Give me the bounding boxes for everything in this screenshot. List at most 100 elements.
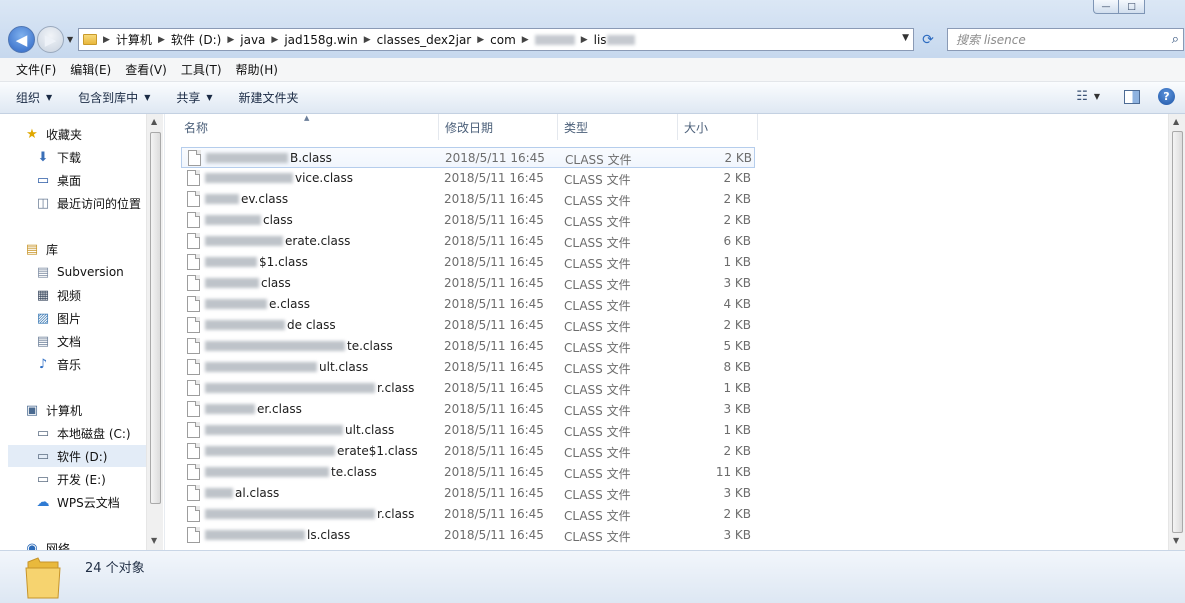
nav-libraries[interactable]: ▤ 库 bbox=[24, 238, 164, 260]
breadcrumb-separator[interactable]: ▶ bbox=[522, 35, 529, 45]
file-name-text: te.class bbox=[331, 465, 377, 479]
file-size: 11 KB bbox=[715, 465, 751, 479]
nav-network[interactable]: ◉ 网络 bbox=[24, 537, 164, 551]
scroll-down-icon[interactable]: ▼ bbox=[1173, 536, 1179, 545]
column-name[interactable]: 名称 bbox=[178, 114, 439, 140]
menu-file[interactable]: 文件(F) bbox=[9, 61, 63, 78]
breadcrumb-separator[interactable]: ▶ bbox=[364, 35, 371, 45]
search-icon[interactable]: ⌕ bbox=[1172, 32, 1179, 47]
file-row[interactable]: erate.class 2018/5/11 16:45 CLASS 文件 6 KB bbox=[181, 231, 755, 252]
nav-item-desktop[interactable]: ▭ 桌面 bbox=[35, 169, 164, 191]
file-date-modified: 2018/5/11 16:45 bbox=[444, 276, 544, 290]
column-date-modified[interactable]: 修改日期 bbox=[439, 114, 558, 140]
nav-item-music[interactable]: ♪ 音乐 bbox=[35, 353, 164, 375]
file-name-text: erate$1.class bbox=[337, 444, 418, 458]
column-size[interactable]: 大小 bbox=[678, 114, 758, 140]
breadcrumb-com[interactable]: com bbox=[490, 33, 516, 47]
maximize-button[interactable]: □ bbox=[1119, 0, 1145, 14]
breadcrumb-jad[interactable]: jad158g.win bbox=[284, 33, 357, 47]
nav-item-recent-places[interactable]: ◫ 最近访问的位置 bbox=[35, 192, 164, 214]
nav-item-drive-c[interactable]: ▭ 本地磁盘 (C:) bbox=[35, 422, 164, 444]
file-row[interactable]: er.class 2018/5/11 16:45 CLASS 文件 3 KB bbox=[181, 399, 755, 420]
nav-item-drive-d[interactable]: ▭ 软件 (D:) bbox=[8, 445, 146, 467]
scroll-up-icon[interactable]: ▲ bbox=[1173, 117, 1179, 126]
file-row[interactable]: de class 2018/5/11 16:45 CLASS 文件 2 KB bbox=[181, 315, 755, 336]
nav-item-subversion[interactable]: ▤ Subversion bbox=[35, 261, 164, 283]
file-list-scrollbar[interactable]: ▲ ▼ bbox=[1168, 114, 1185, 550]
file-list-scroll-thumb[interactable] bbox=[1172, 131, 1183, 533]
menu-edit[interactable]: 编辑(E) bbox=[63, 61, 118, 78]
file-date-modified: 2018/5/11 16:45 bbox=[444, 423, 544, 437]
nav-scrollbar[interactable]: ▲ ▼ bbox=[146, 114, 163, 550]
file-row[interactable]: al.class 2018/5/11 16:45 CLASS 文件 3 KB bbox=[181, 483, 755, 504]
breadcrumb-java[interactable]: java bbox=[240, 33, 265, 47]
file-row[interactable]: vice.class 2018/5/11 16:45 CLASS 文件 2 KB bbox=[181, 168, 755, 189]
address-bar[interactable]: ▶ 计算机 ▶ 软件 (D:) ▶ java ▶ jad158g.win ▶ c… bbox=[78, 28, 914, 51]
column-type[interactable]: 类型 bbox=[558, 114, 678, 140]
file-row[interactable]: $1.class 2018/5/11 16:45 CLASS 文件 1 KB bbox=[181, 252, 755, 273]
new-folder-button[interactable]: 新建文件夹 bbox=[239, 89, 299, 106]
nav-item-pictures[interactable]: ▨ 图片 bbox=[35, 307, 164, 329]
file-row[interactable]: te.class 2018/5/11 16:45 CLASS 文件 5 KB bbox=[181, 336, 755, 357]
breadcrumb-current[interactable]: lis bbox=[594, 33, 607, 47]
file-name: r.class bbox=[205, 507, 414, 521]
computer-icon: ▣ bbox=[25, 402, 39, 418]
file-row[interactable]: erate$1.class 2018/5/11 16:45 CLASS 文件 2 KB bbox=[181, 441, 755, 462]
scroll-up-icon[interactable]: ▲ bbox=[151, 117, 157, 126]
nav-item-documents[interactable]: ▤ 文档 bbox=[35, 330, 164, 352]
refresh-button[interactable]: ⟳ bbox=[918, 30, 938, 49]
change-view-icon[interactable]: ☷ bbox=[1076, 89, 1088, 104]
file-date-modified: 2018/5/11 16:45 bbox=[444, 234, 544, 248]
search-box[interactable]: ⌕ bbox=[947, 28, 1184, 51]
file-row[interactable]: r.class 2018/5/11 16:45 CLASS 文件 2 KB bbox=[181, 504, 755, 525]
file-date-modified: 2018/5/11 16:45 bbox=[444, 213, 544, 227]
file-row[interactable]: class 2018/5/11 16:45 CLASS 文件 2 KB bbox=[181, 210, 755, 231]
file-row[interactable]: B.class 2018/5/11 16:45 CLASS 文件 2 KB bbox=[181, 147, 755, 168]
breadcrumb-classes-dex2jar[interactable]: classes_dex2jar bbox=[377, 33, 472, 47]
nav-scroll-thumb[interactable] bbox=[150, 132, 161, 504]
minimize-button[interactable]: — bbox=[1093, 0, 1119, 14]
organize-button[interactable]: 组织 ▼ bbox=[16, 89, 52, 106]
file-row[interactable]: ev.class 2018/5/11 16:45 CLASS 文件 2 KB bbox=[181, 189, 755, 210]
breadcrumb-separator[interactable]: ▶ bbox=[477, 35, 484, 45]
file-row[interactable]: ls.class 2018/5/11 16:45 CLASS 文件 3 KB bbox=[181, 525, 755, 546]
breadcrumb-separator[interactable]: ▶ bbox=[103, 35, 110, 45]
breadcrumb-drive-d[interactable]: 软件 (D:) bbox=[171, 31, 221, 48]
recent-locations-dropdown[interactable]: ▼ bbox=[67, 35, 73, 44]
breadcrumb-separator[interactable]: ▶ bbox=[581, 35, 588, 45]
breadcrumb-computer[interactable]: 计算机 bbox=[116, 31, 152, 48]
back-button[interactable]: ◀ bbox=[8, 26, 35, 53]
scroll-down-icon[interactable]: ▼ bbox=[151, 536, 157, 545]
view-options-dropdown[interactable]: ▼ bbox=[1094, 92, 1100, 101]
menu-help[interactable]: 帮助(H) bbox=[229, 61, 285, 78]
breadcrumb-separator[interactable]: ▶ bbox=[271, 35, 278, 45]
search-input[interactable] bbox=[948, 29, 1148, 50]
help-icon[interactable]: ? bbox=[1158, 88, 1175, 105]
nav-favorites[interactable]: ★ 收藏夹 bbox=[24, 123, 164, 145]
nav-item-wps-cloud[interactable]: ☁ WPS云文档 bbox=[35, 491, 164, 513]
share-button[interactable]: 共享 ▼ bbox=[176, 89, 212, 106]
file-row[interactable]: ult.class 2018/5/11 16:45 CLASS 文件 8 KB bbox=[181, 357, 755, 378]
file-name: class bbox=[205, 276, 291, 290]
breadcrumb-separator[interactable]: ▶ bbox=[158, 35, 165, 45]
breadcrumb-redacted[interactable] bbox=[534, 34, 575, 45]
preview-pane-icon[interactable] bbox=[1124, 89, 1140, 104]
file-row[interactable]: e.class 2018/5/11 16:45 CLASS 文件 4 KB bbox=[181, 294, 755, 315]
file-row[interactable]: r.class 2018/5/11 16:45 CLASS 文件 1 KB bbox=[181, 378, 755, 399]
include-in-library-button[interactable]: 包含到库中 ▼ bbox=[78, 89, 150, 106]
nav-item-videos[interactable]: ▦ 视频 bbox=[35, 284, 164, 306]
forward-button[interactable]: ▶ bbox=[37, 26, 64, 53]
nav-item-drive-e[interactable]: ▭ 开发 (E:) bbox=[35, 468, 164, 490]
folder-icon bbox=[83, 34, 97, 45]
file-row[interactable]: ult.class 2018/5/11 16:45 CLASS 文件 1 KB bbox=[181, 420, 755, 441]
address-history-dropdown[interactable]: ▼ bbox=[902, 33, 909, 43]
nav-item-downloads[interactable]: ⬇ 下载 bbox=[35, 146, 164, 168]
file-row[interactable]: class 2018/5/11 16:45 CLASS 文件 3 KB bbox=[181, 273, 755, 294]
menu-view[interactable]: 查看(V) bbox=[118, 61, 174, 78]
menu-tools[interactable]: 工具(T) bbox=[174, 61, 229, 78]
breadcrumb-separator[interactable]: ▶ bbox=[227, 35, 234, 45]
file-row[interactable]: te.class 2018/5/11 16:45 CLASS 文件 11 KB bbox=[181, 462, 755, 483]
nav-label: 视频 bbox=[57, 288, 82, 303]
drive-icon: ▭ bbox=[36, 471, 50, 487]
nav-computer[interactable]: ▣ 计算机 bbox=[24, 399, 164, 421]
